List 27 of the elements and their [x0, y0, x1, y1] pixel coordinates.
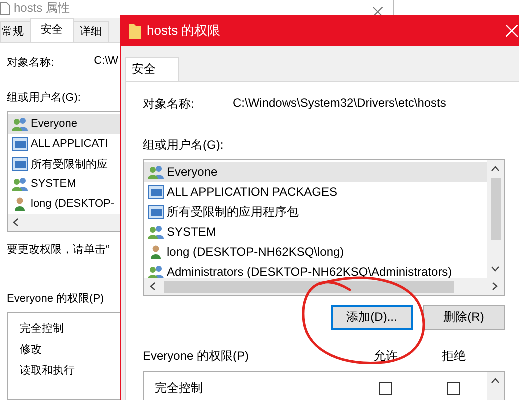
- window-title: hosts 属性: [14, 0, 70, 18]
- user-name: 所有受限制的应用程序包: [167, 204, 299, 220]
- column-header: 拒绝: [441, 348, 467, 365]
- hint-text: 要更改权限，请单击“: [7, 243, 110, 257]
- window-title: hosts 的权限: [147, 22, 221, 40]
- object-path: C:\Windows\System32\Drivers\etc\hosts: [233, 96, 446, 112]
- user-name: ALL APPLICATI: [31, 138, 108, 150]
- permission-name: 完全控制: [154, 380, 204, 396]
- permissions-label: Everyone 的权限(P): [7, 292, 104, 306]
- user-name: ALL APPLICATION PACKAGES: [167, 185, 338, 199]
- object-label: 对象名称:: [7, 56, 54, 70]
- object-path: C:\W: [94, 55, 119, 69]
- group-label: 组或用户名(G):: [143, 137, 225, 154]
- user-name: long (DESKTOP-: [31, 198, 115, 210]
- user-name: 所有受限制的应: [31, 158, 108, 172]
- user-name: SYSTEM: [167, 225, 216, 239]
- column-header: 允许: [373, 348, 399, 365]
- permission-name: 读取和执行: [20, 365, 75, 377]
- permission-name: 修改: [20, 344, 42, 356]
- permissions-label: Everyone 的权限(P): [143, 348, 250, 365]
- user-name: long (DESKTOP-NH62KSQ\long): [167, 245, 344, 259]
- object-label: 对象名称:: [143, 96, 196, 113]
- permission-name: 完全控制: [20, 323, 64, 335]
- user-name: Everyone: [31, 118, 78, 130]
- group-label: 组或用户名(G):: [7, 90, 81, 105]
- user-name: Everyone: [167, 165, 218, 179]
- user-name: SYSTEM: [31, 178, 76, 190]
